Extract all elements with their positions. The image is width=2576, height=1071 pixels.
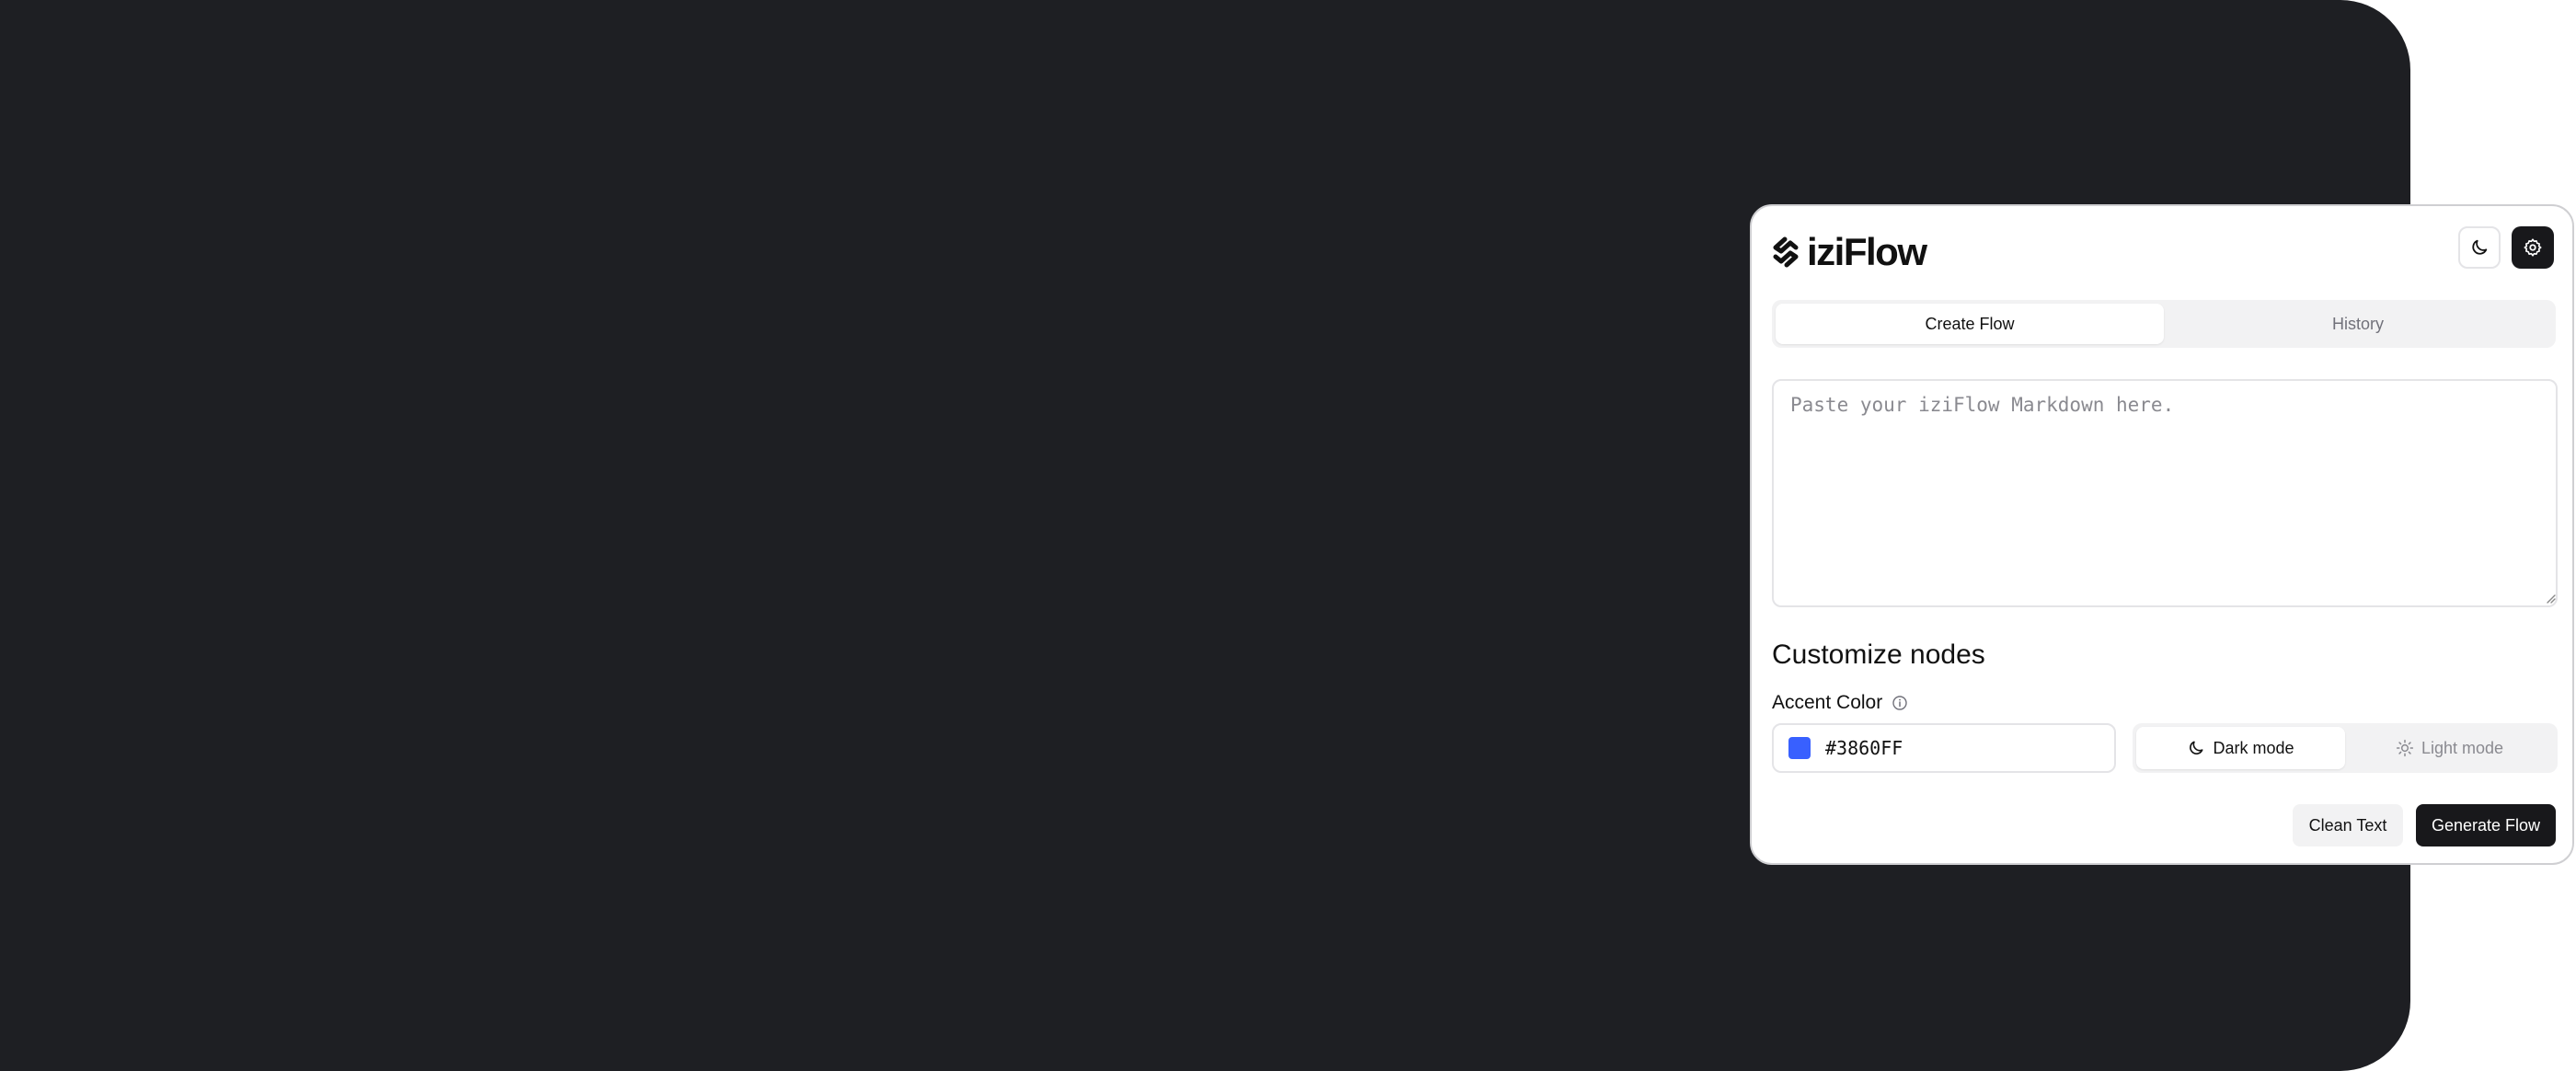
accent-color-input[interactable]: #3860FF (1772, 723, 2116, 773)
light-mode-label: Light mode (2421, 738, 2504, 757)
clean-text-button[interactable]: Clean Text (2293, 804, 2403, 846)
accent-color-label: Accent Color (1772, 692, 1883, 713)
tab-history[interactable]: History (2164, 304, 2552, 344)
main-tabs: Create Flow History (1772, 300, 2556, 348)
settings-button[interactable] (2512, 226, 2554, 269)
tab-create-flow[interactable]: Create Flow (1776, 304, 2164, 344)
moon-icon (2472, 239, 2488, 255)
sun-icon (2396, 739, 2414, 757)
accent-color-value: #3860FF (1825, 737, 1903, 759)
generate-flow-button[interactable]: Generate Flow (2416, 804, 2556, 846)
theme-toggle-button[interactable] (2458, 226, 2501, 269)
resize-handle-icon[interactable] (2545, 593, 2556, 604)
accent-color-label-row: Accent Color (1772, 692, 1908, 714)
app-logo-text: iziFlow (1807, 230, 1927, 273)
customize-nodes-heading: Customize nodes (1772, 639, 1985, 670)
gear-icon (2524, 238, 2542, 257)
dark-mode-option[interactable]: Dark mode (2136, 727, 2345, 769)
moon-icon (2190, 741, 2203, 754)
iziflow-logo-icon (1773, 236, 1799, 268)
info-icon[interactable] (1892, 695, 1908, 711)
accent-color-swatch[interactable] (1788, 737, 1811, 759)
markdown-input[interactable] (1772, 379, 2558, 607)
plugin-panel: iziFlow Create Flow History Customize no… (1750, 204, 2574, 865)
app-logo: iziFlow (1772, 230, 1927, 273)
dark-mode-label: Dark mode (2213, 738, 2294, 757)
node-mode-toggle: Dark mode Light mode (2133, 723, 2558, 773)
light-mode-option[interactable]: Light mode (2345, 727, 2554, 769)
